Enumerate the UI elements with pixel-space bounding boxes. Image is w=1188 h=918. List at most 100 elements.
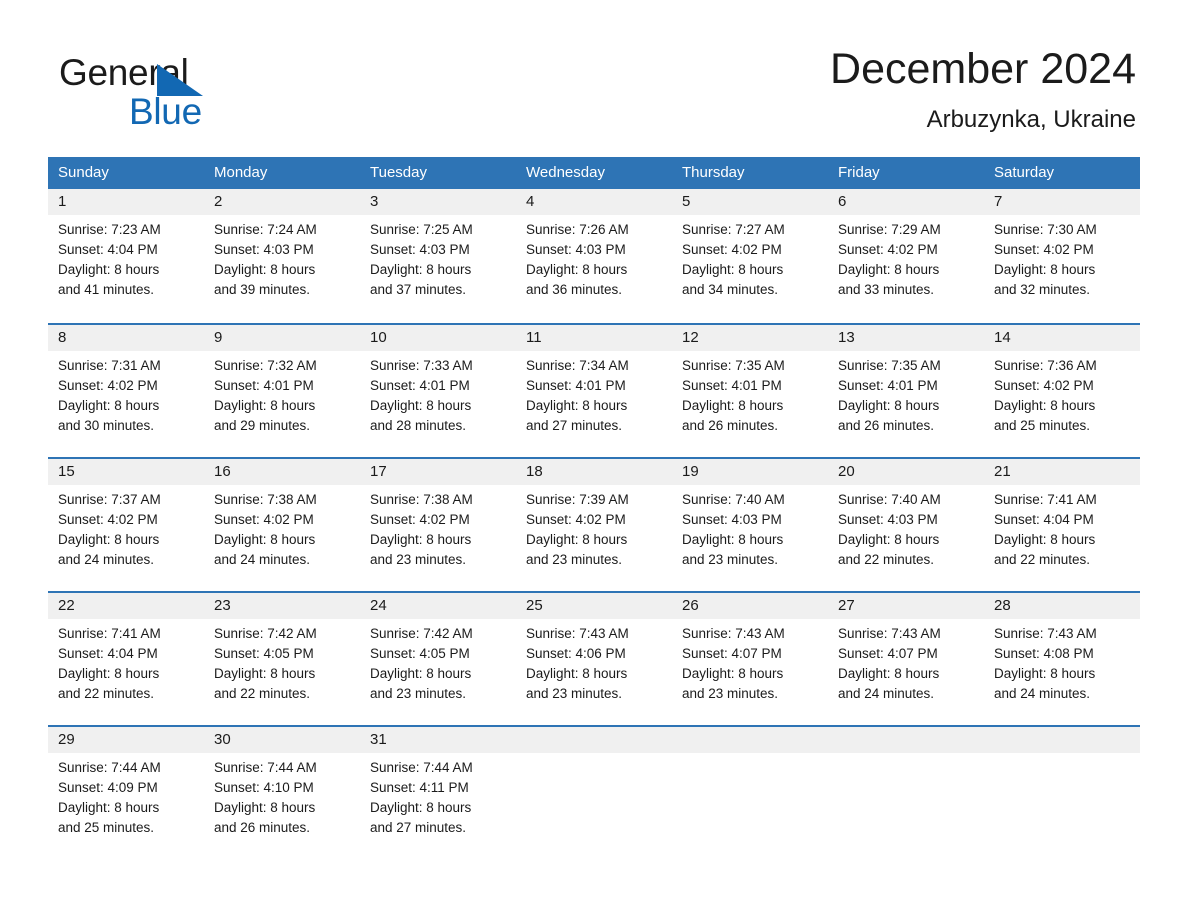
day-cell[interactable]: 3 Sunrise: 7:25 AM Sunset: 4:03 PM Dayli… <box>360 189 516 314</box>
day-number: 3 <box>360 189 516 215</box>
daylight-text-line2: and 39 minutes. <box>214 282 311 297</box>
day-cell[interactable]: 20 Sunrise: 7:40 AM Sunset: 4:03 PM Dayl… <box>828 459 984 582</box>
day-cell[interactable]: 22 Sunrise: 7:41 AM Sunset: 4:04 PM Dayl… <box>48 593 204 716</box>
day-cell[interactable]: 23 Sunrise: 7:42 AM Sunset: 4:05 PM Dayl… <box>204 593 360 716</box>
day-cell[interactable]: 21 Sunrise: 7:41 AM Sunset: 4:04 PM Dayl… <box>984 459 1140 582</box>
day-cell[interactable]: 15 Sunrise: 7:37 AM Sunset: 4:02 PM Dayl… <box>48 459 204 582</box>
sunrise-text: Sunrise: 7:43 AM <box>838 626 941 641</box>
daylight-text-line1: Daylight: 8 hours <box>682 262 784 277</box>
daylight-text-line1: Daylight: 8 hours <box>370 532 472 547</box>
day-details: Sunrise: 7:41 AM Sunset: 4:04 PM Dayligh… <box>48 619 204 704</box>
day-cell-empty <box>516 727 672 850</box>
day-details: Sunrise: 7:38 AM Sunset: 4:02 PM Dayligh… <box>360 485 516 570</box>
day-cell[interactable]: 29 Sunrise: 7:44 AM Sunset: 4:09 PM Dayl… <box>48 727 204 850</box>
day-cell[interactable]: 7 Sunrise: 7:30 AM Sunset: 4:02 PM Dayli… <box>984 189 1140 314</box>
day-cell[interactable]: 6 Sunrise: 7:29 AM Sunset: 4:02 PM Dayli… <box>828 189 984 314</box>
day-number: 26 <box>672 593 828 619</box>
day-number: 18 <box>516 459 672 485</box>
day-details: Sunrise: 7:44 AM Sunset: 4:11 PM Dayligh… <box>360 753 516 838</box>
day-cell[interactable]: 1 Sunrise: 7:23 AM Sunset: 4:04 PM Dayli… <box>48 189 204 314</box>
day-details: Sunrise: 7:34 AM Sunset: 4:01 PM Dayligh… <box>516 351 672 436</box>
daylight-text-line2: and 23 minutes. <box>370 552 467 567</box>
day-cell[interactable]: 13 Sunrise: 7:35 AM Sunset: 4:01 PM Dayl… <box>828 325 984 448</box>
sunrise-text: Sunrise: 7:30 AM <box>994 222 1097 237</box>
daylight-text-line2: and 34 minutes. <box>682 282 779 297</box>
day-number: 7 <box>984 189 1140 215</box>
week-row: 15 Sunrise: 7:37 AM Sunset: 4:02 PM Dayl… <box>48 457 1140 582</box>
daylight-text-line1: Daylight: 8 hours <box>682 398 784 413</box>
day-number: 6 <box>828 189 984 215</box>
daylight-text-line2: and 24 minutes. <box>58 552 155 567</box>
day-cell[interactable]: 16 Sunrise: 7:38 AM Sunset: 4:02 PM Dayl… <box>204 459 360 582</box>
daylight-text-line2: and 22 minutes. <box>58 686 155 701</box>
daylight-text-line1: Daylight: 8 hours <box>370 262 472 277</box>
day-cell[interactable]: 14 Sunrise: 7:36 AM Sunset: 4:02 PM Dayl… <box>984 325 1140 448</box>
day-details: Sunrise: 7:38 AM Sunset: 4:02 PM Dayligh… <box>204 485 360 570</box>
day-cell[interactable]: 8 Sunrise: 7:31 AM Sunset: 4:02 PM Dayli… <box>48 325 204 448</box>
sunset-text: Sunset: 4:04 PM <box>994 512 1094 527</box>
sunrise-text: Sunrise: 7:42 AM <box>214 626 317 641</box>
daylight-text-line2: and 26 minutes. <box>838 418 935 433</box>
day-cell[interactable]: 18 Sunrise: 7:39 AM Sunset: 4:02 PM Dayl… <box>516 459 672 582</box>
daylight-text-line1: Daylight: 8 hours <box>526 532 628 547</box>
daylight-text-line2: and 23 minutes. <box>526 552 623 567</box>
day-cell[interactable]: 11 Sunrise: 7:34 AM Sunset: 4:01 PM Dayl… <box>516 325 672 448</box>
day-cell[interactable]: 26 Sunrise: 7:43 AM Sunset: 4:07 PM Dayl… <box>672 593 828 716</box>
day-number <box>828 727 984 753</box>
daylight-text-line2: and 33 minutes. <box>838 282 935 297</box>
day-number: 28 <box>984 593 1140 619</box>
sunset-text: Sunset: 4:02 PM <box>58 378 158 393</box>
day-number: 24 <box>360 593 516 619</box>
sunrise-text: Sunrise: 7:42 AM <box>370 626 473 641</box>
day-cell[interactable]: 5 Sunrise: 7:27 AM Sunset: 4:02 PM Dayli… <box>672 189 828 314</box>
sunrise-text: Sunrise: 7:44 AM <box>58 760 161 775</box>
day-cell[interactable]: 19 Sunrise: 7:40 AM Sunset: 4:03 PM Dayl… <box>672 459 828 582</box>
day-number: 11 <box>516 325 672 351</box>
day-cell[interactable]: 31 Sunrise: 7:44 AM Sunset: 4:11 PM Dayl… <box>360 727 516 850</box>
daylight-text-line1: Daylight: 8 hours <box>682 532 784 547</box>
day-number: 13 <box>828 325 984 351</box>
sunrise-text: Sunrise: 7:39 AM <box>526 492 629 507</box>
day-details: Sunrise: 7:32 AM Sunset: 4:01 PM Dayligh… <box>204 351 360 436</box>
day-details: Sunrise: 7:29 AM Sunset: 4:02 PM Dayligh… <box>828 215 984 300</box>
day-cell[interactable]: 10 Sunrise: 7:33 AM Sunset: 4:01 PM Dayl… <box>360 325 516 448</box>
day-number: 27 <box>828 593 984 619</box>
day-details: Sunrise: 7:41 AM Sunset: 4:04 PM Dayligh… <box>984 485 1140 570</box>
sunrise-text: Sunrise: 7:23 AM <box>58 222 161 237</box>
day-cell[interactable]: 25 Sunrise: 7:43 AM Sunset: 4:06 PM Dayl… <box>516 593 672 716</box>
daylight-text-line1: Daylight: 8 hours <box>370 800 472 815</box>
day-cell[interactable]: 2 Sunrise: 7:24 AM Sunset: 4:03 PM Dayli… <box>204 189 360 314</box>
sunrise-text: Sunrise: 7:36 AM <box>994 358 1097 373</box>
day-details: Sunrise: 7:43 AM Sunset: 4:07 PM Dayligh… <box>828 619 984 704</box>
day-cell[interactable]: 30 Sunrise: 7:44 AM Sunset: 4:10 PM Dayl… <box>204 727 360 850</box>
day-details: Sunrise: 7:23 AM Sunset: 4:04 PM Dayligh… <box>48 215 204 300</box>
day-cell[interactable]: 28 Sunrise: 7:43 AM Sunset: 4:08 PM Dayl… <box>984 593 1140 716</box>
day-number: 5 <box>672 189 828 215</box>
day-number: 15 <box>48 459 204 485</box>
daylight-text-line2: and 24 minutes. <box>994 686 1091 701</box>
general-blue-logo[interactable]: General Blue <box>59 52 259 134</box>
sunset-text: Sunset: 4:02 PM <box>994 378 1094 393</box>
week-row: 8 Sunrise: 7:31 AM Sunset: 4:02 PM Dayli… <box>48 323 1140 448</box>
daylight-text-line2: and 36 minutes. <box>526 282 623 297</box>
day-cell[interactable]: 17 Sunrise: 7:38 AM Sunset: 4:02 PM Dayl… <box>360 459 516 582</box>
daylight-text-line2: and 26 minutes. <box>682 418 779 433</box>
day-cell[interactable]: 9 Sunrise: 7:32 AM Sunset: 4:01 PM Dayli… <box>204 325 360 448</box>
sunrise-text: Sunrise: 7:44 AM <box>370 760 473 775</box>
sunrise-text: Sunrise: 7:44 AM <box>214 760 317 775</box>
sunrise-text: Sunrise: 7:38 AM <box>214 492 317 507</box>
daylight-text-line1: Daylight: 8 hours <box>370 398 472 413</box>
day-cell[interactable]: 4 Sunrise: 7:26 AM Sunset: 4:03 PM Dayli… <box>516 189 672 314</box>
daylight-text-line1: Daylight: 8 hours <box>526 666 628 681</box>
day-cell[interactable]: 24 Sunrise: 7:42 AM Sunset: 4:05 PM Dayl… <box>360 593 516 716</box>
day-cell[interactable]: 12 Sunrise: 7:35 AM Sunset: 4:01 PM Dayl… <box>672 325 828 448</box>
day-cell[interactable]: 27 Sunrise: 7:43 AM Sunset: 4:07 PM Dayl… <box>828 593 984 716</box>
sunset-text: Sunset: 4:02 PM <box>994 242 1094 257</box>
sunset-text: Sunset: 4:07 PM <box>838 646 938 661</box>
day-number: 25 <box>516 593 672 619</box>
sunset-text: Sunset: 4:01 PM <box>214 378 314 393</box>
sunset-text: Sunset: 4:11 PM <box>370 780 469 795</box>
sunrise-text: Sunrise: 7:43 AM <box>526 626 629 641</box>
day-number: 29 <box>48 727 204 753</box>
weekday-header-sunday: Sunday <box>58 164 109 181</box>
